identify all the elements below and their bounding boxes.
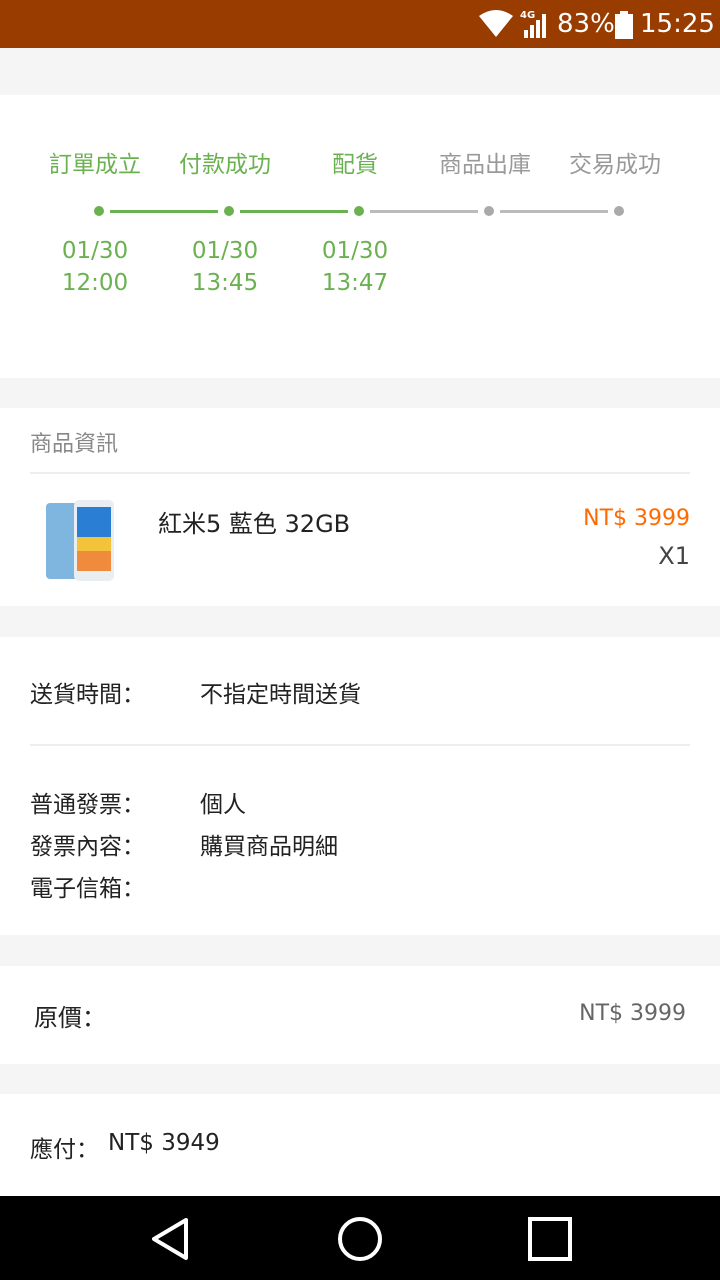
step-connector: [110, 210, 218, 213]
step-date: 01/30: [61, 238, 129, 264]
invoice-content-value: 購買商品明細: [200, 834, 338, 860]
payable-card: 應付： NT$ 3949: [0, 1094, 720, 1196]
step-connector: [240, 210, 348, 213]
step-dot: [484, 206, 494, 216]
battery-percent: 83%: [557, 9, 615, 39]
divider: [30, 472, 690, 474]
step-dot: [354, 206, 364, 216]
clock: 15:25: [640, 9, 715, 39]
step-timestamp: 01/30 12:00: [30, 235, 160, 299]
payable-value: NT$ 3949: [108, 1130, 220, 1156]
invoice-type-label: 普通發票：: [30, 792, 145, 818]
wifi-icon: [479, 10, 513, 37]
step-label-shipped: 商品出庫: [439, 152, 531, 178]
invoice-type-value: 個人: [200, 792, 246, 818]
email-label: 電子信箱：: [30, 876, 145, 902]
step-connector: [500, 210, 608, 213]
original-price-label: 原價：: [34, 1004, 106, 1032]
step-dot: [94, 206, 104, 216]
back-icon[interactable]: [146, 1214, 196, 1264]
step-date: 01/30: [191, 238, 259, 264]
home-icon[interactable]: [335, 1214, 385, 1264]
divider: [30, 744, 690, 746]
step-label-allocation: 配貨: [332, 152, 378, 178]
original-price-value: NT$ 3999: [579, 1001, 686, 1026]
delivery-time-value: 不指定時間送貨: [200, 682, 361, 708]
signal-icon: [524, 14, 546, 38]
navigation-bar: [0, 1196, 720, 1280]
battery-icon: [615, 11, 633, 39]
delivery-invoice-card: 送貨時間： 不指定時間送貨 普通發票： 個人 發票內容： 購買商品明細 電子信箱…: [0, 637, 720, 935]
step-label-completed: 交易成功: [569, 152, 661, 178]
step-timestamp: 01/30 13:47: [290, 235, 420, 299]
status-bar: 4G 83% 15:25: [0, 0, 720, 48]
product-name[interactable]: 紅米5 藍色 32GB: [158, 504, 350, 539]
delivery-time-label: 送貨時間：: [30, 682, 145, 708]
step-timestamp: 01/30 13:45: [160, 235, 290, 299]
invoice-content-label: 發票內容：: [30, 834, 145, 860]
step-date: 01/30: [321, 238, 389, 264]
order-progress-card: 訂單成立 付款成功 配貨 商品出庫 交易成功 01/30 12:00 01/30…: [0, 95, 720, 378]
step-connector: [370, 210, 478, 213]
phone-image[interactable]: [44, 499, 116, 583]
step-label-payment-success: 付款成功: [179, 152, 271, 178]
step-label-order-created: 訂單成立: [49, 152, 141, 178]
step-dot: [614, 206, 624, 216]
product-quantity: X1: [658, 542, 690, 570]
step-time: 13:45: [191, 270, 259, 296]
product-price: NT$ 3999: [583, 506, 690, 531]
recents-icon[interactable]: [525, 1214, 575, 1264]
product-info-card: 商品資訊 紅米5 藍色 32GB NT$ 3999 X1: [0, 408, 720, 606]
step-time: 12:00: [61, 270, 129, 296]
step-dot: [224, 206, 234, 216]
step-time: 13:47: [321, 270, 389, 296]
section-title: 商品資訊: [30, 432, 119, 457]
original-price-card: 原價： NT$ 3999: [0, 966, 720, 1064]
payable-label: 應付：: [30, 1137, 99, 1163]
